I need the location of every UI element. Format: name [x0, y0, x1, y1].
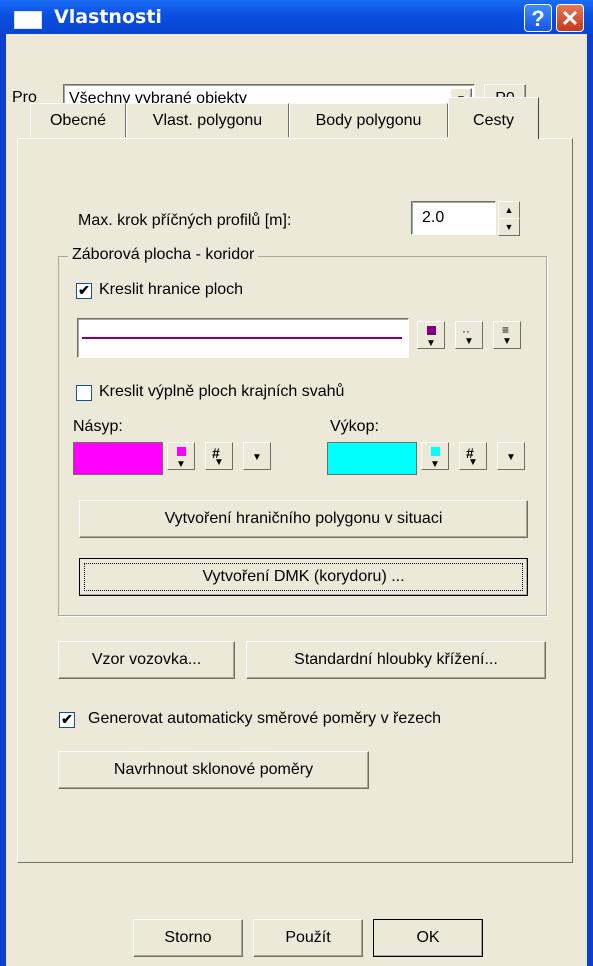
kreslit-vyplne-label: Kreslit výplně ploch krajních svahů: [99, 383, 345, 400]
properties-dialog: Vlastnosti ? ✕ Pro Všechny vybrané objek…: [0, 0, 593, 966]
standardni-hloubky-button[interactable]: Standardní hloubky křížení...: [246, 641, 546, 679]
max-krok-label: Max. krok příčných profilů [m]:: [78, 212, 292, 229]
tab-cesty[interactable]: Cesty: [448, 97, 539, 139]
vykop-label: Výkop:: [330, 418, 379, 435]
window-title: Vlastnosti: [54, 6, 162, 28]
tab-obecne[interactable]: Obecné: [30, 103, 126, 137]
focus-rect: [84, 563, 523, 591]
nasyp-hatch-button[interactable]: # ▼: [205, 442, 233, 470]
tab-vlast-polygonu[interactable]: Vlast. polygonu: [126, 103, 289, 137]
nasyp-more-button[interactable]: ▼: [243, 442, 271, 470]
generovat-label: Generovat automaticky směrové poměry v ř…: [88, 710, 442, 727]
help-button[interactable]: ?: [524, 4, 552, 32]
ok-button[interactable]: OK: [373, 919, 483, 957]
chevron-down-icon: ▼: [176, 459, 186, 470]
line-preview: [82, 337, 402, 339]
max-krok-input[interactable]: 2.0: [411, 201, 496, 235]
spin-down-icon[interactable]: ▼: [498, 218, 520, 236]
chevron-down-icon: ▼: [252, 452, 262, 463]
kreslit-vyplne-checkbox[interactable]: [76, 385, 92, 401]
close-button[interactable]: ✕: [556, 4, 584, 32]
chevron-down-icon: ▼: [468, 457, 478, 468]
chevron-down-icon: ▼: [430, 459, 440, 470]
title-bar[interactable]: Vlastnosti ? ✕: [0, 0, 593, 34]
chevron-down-icon: ▼: [502, 336, 512, 347]
window-icon: [14, 11, 42, 29]
vykop-color-swatch[interactable]: [327, 442, 417, 475]
line-color-button[interactable]: ▼: [417, 321, 445, 349]
spin-up-icon[interactable]: ▲: [498, 201, 520, 219]
max-krok-value: 2.0: [422, 209, 445, 226]
storno-button[interactable]: Storno: [133, 919, 243, 957]
kreslit-hranice-label: Kreslit hranice ploch: [99, 281, 244, 298]
kreslit-hranice-checkbox[interactable]: ✔: [76, 283, 92, 299]
vykop-more-button[interactable]: ▼: [497, 442, 525, 470]
generovat-checkbox[interactable]: ✔: [59, 712, 75, 728]
chevron-down-icon: ▼: [506, 452, 516, 463]
hranicni-polygon-button[interactable]: Vytvoření hraničního polygonu v situaci: [79, 500, 528, 538]
line-style-preview[interactable]: [77, 318, 409, 358]
line-width-button[interactable]: ≡ ▼: [493, 321, 521, 349]
vykop-color-button[interactable]: ▼: [421, 442, 449, 470]
tab-body-polygonu[interactable]: Body polygonu: [289, 103, 448, 137]
line-type-button[interactable]: ·· ▼: [455, 321, 483, 349]
pouzit-button[interactable]: Použít: [253, 919, 363, 957]
dmk-button[interactable]: Vytvoření DMK (korydoru) ...: [79, 558, 528, 596]
group-title: Záborová plocha - koridor: [68, 246, 259, 264]
nasyp-label: Násyp:: [73, 418, 123, 435]
nasyp-color-swatch[interactable]: [73, 442, 163, 475]
chevron-down-icon: ▼: [426, 338, 436, 349]
chevron-down-icon: ▼: [464, 336, 474, 347]
vykop-hatch-button[interactable]: # ▼: [459, 442, 487, 470]
navrhnout-button[interactable]: Navrhnout sklonové poměry: [58, 751, 369, 789]
vzor-vozovka-button[interactable]: Vzor vozovka...: [58, 641, 235, 679]
chevron-down-icon: ▼: [214, 457, 224, 468]
nasyp-color-button[interactable]: ▼: [167, 442, 195, 470]
